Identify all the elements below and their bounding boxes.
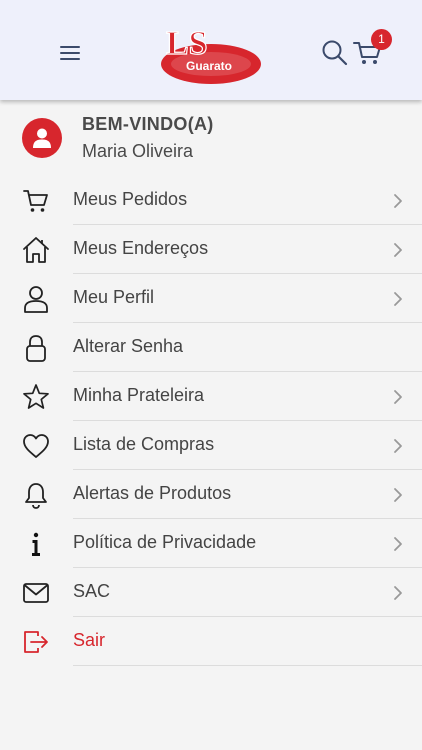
bell-icon [25,483,47,509]
menu-item-lista-de-compras[interactable]: Lista de Compras [0,421,422,470]
menu-item-label: Sair [73,630,106,650]
heart-icon [23,434,49,458]
app-header: LS Guarato 1 [0,0,422,100]
menu-item-label: Meu Perfil [73,287,155,307]
star-icon [23,384,49,409]
search-icon[interactable] [320,38,350,68]
chevron-right-icon [394,390,402,404]
chevron-right-icon [394,586,402,600]
menu-item-label: Alterar Senha [73,336,184,356]
logo-sub-text: Guarato [186,59,232,73]
chevron-right-icon [394,194,402,208]
lock-icon [26,335,46,362]
menu-item-label: Lista de Compras [73,434,215,454]
logo-main-text: LS [166,25,208,62]
ls-guarato-logo[interactable]: LS Guarato [158,24,264,86]
user-welcome-section: BEM-VINDO(A) Maria Oliveira [0,100,422,176]
avatar [22,118,62,158]
hamburger-menu-button[interactable] [56,42,84,64]
user-icon [24,286,48,313]
menu-item-meu-perfil[interactable]: Meu Perfil [0,274,422,323]
account-menu: Meus Pedidos Meus Endereços Meu Perfil A… [0,176,422,666]
menu-item-alertas-de-produtos[interactable]: Alertas de Produtos [0,470,422,519]
menu-item-politica-de-privacidade[interactable]: Política de Privacidade [0,519,422,568]
chevron-right-icon [394,488,402,502]
menu-item-sac[interactable]: SAC [0,568,422,617]
home-icon [23,237,49,263]
menu-item-minha-prateleira[interactable]: Minha Prateleira [0,372,422,421]
user-avatar-icon [33,128,51,148]
menu-item-label: Meus Pedidos [73,189,188,209]
logout-icon [24,631,48,653]
chevron-right-icon [394,292,402,306]
info-icon [32,532,40,556]
divider [73,665,422,666]
chevron-right-icon [394,439,402,453]
menu-item-label: Política de Privacidade [73,532,257,552]
menu-item-label: Alertas de Produtos [73,483,232,503]
hamburger-line [60,46,80,48]
menu-item-meus-pedidos[interactable]: Meus Pedidos [0,176,422,225]
hamburger-line [60,52,80,54]
cart-icon [23,190,48,212]
user-name: Maria Oliveira [82,141,194,161]
menu-item-sair[interactable]: Sair [0,617,422,666]
menu-item-label: SAC [73,581,111,601]
hamburger-line [60,58,80,60]
menu-item-alterar-senha[interactable]: Alterar Senha [0,323,422,372]
mail-icon [23,583,49,603]
welcome-heading: BEM-VINDO(A) [82,114,214,134]
cart-count-badge[interactable]: 1 [371,29,392,50]
menu-item-label: Meus Endereços [73,238,209,258]
menu-item-label: Minha Prateleira [73,385,205,405]
menu-item-meus-enderecos[interactable]: Meus Endereços [0,225,422,274]
chevron-right-icon [394,537,402,551]
chevron-right-icon [394,243,402,257]
